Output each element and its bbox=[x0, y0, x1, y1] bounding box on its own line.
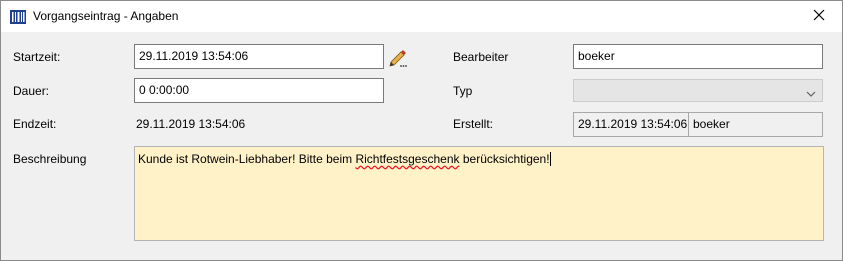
bearbeiter-label: Bearbeiter bbox=[453, 50, 509, 64]
startzeit-label: Startzeit: bbox=[13, 50, 61, 64]
erstellt-user-field: boeker bbox=[688, 112, 823, 137]
description-textarea[interactable]: Kunde ist Rotwein-Liebhaber! Bitte beim … bbox=[134, 146, 824, 241]
bearbeiter-input[interactable]: boeker bbox=[573, 44, 823, 69]
pencil-edit-icon[interactable] bbox=[388, 47, 408, 67]
misspelled-word: Richtfestsgeschenk bbox=[355, 152, 460, 166]
beschreibung-label: Beschreibung bbox=[13, 152, 87, 166]
endzeit-value: 29.11.2019 13:54:06 bbox=[136, 117, 246, 131]
erstellt-date-field: 29.11.2019 13:54:06 bbox=[573, 112, 689, 137]
window-title: Vorgangseintrag - Angaben bbox=[33, 9, 179, 23]
close-button[interactable] bbox=[796, 1, 842, 32]
close-icon bbox=[813, 9, 825, 24]
chevron-down-icon bbox=[806, 87, 816, 101]
description-text-before: Kunde ist Rotwein-Liebhaber! Bitte beim bbox=[138, 152, 356, 166]
dauer-input[interactable]: 0 0:00:00 bbox=[134, 78, 384, 103]
dauer-label: Dauer: bbox=[13, 84, 50, 98]
typ-label: Typ bbox=[453, 84, 473, 98]
dialog-window: Vorgangseintrag - Angaben Startzeit: 29.… bbox=[0, 0, 843, 261]
endzeit-label: Endzeit: bbox=[13, 117, 57, 131]
description-text-after: berücksichtigen! bbox=[459, 152, 550, 166]
title-bar: Vorgangseintrag - Angaben bbox=[1, 1, 842, 32]
startzeit-input[interactable]: 29.11.2019 13:54:06 bbox=[134, 44, 384, 69]
typ-select[interactable] bbox=[573, 79, 823, 102]
text-caret bbox=[549, 152, 551, 166]
barcode-app-icon bbox=[10, 10, 26, 24]
erstellt-label: Erstellt: bbox=[453, 117, 494, 131]
